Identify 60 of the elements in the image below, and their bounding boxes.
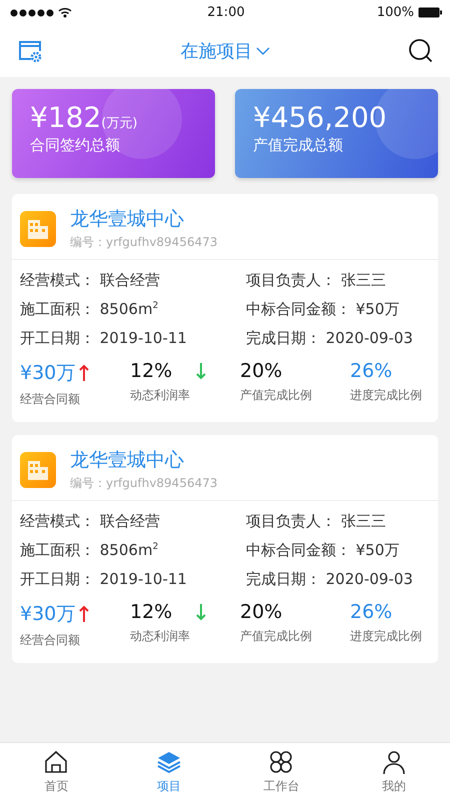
project-field: 开工日期： 2019-10-11	[20, 569, 246, 589]
chevron-down-icon	[256, 46, 270, 56]
metric-label: 经营合同额	[20, 391, 81, 408]
up-arrow-icon	[79, 364, 90, 382]
summary-label: 产值完成总额	[253, 136, 344, 155]
metric-label: 动态利润率	[130, 387, 191, 404]
grid-icon	[268, 748, 294, 774]
project-field: 施工面积： 8506m$^{2}$	[20, 299, 246, 319]
metric-value: 20%	[240, 360, 282, 382]
summary-label: 合同签约总额	[30, 136, 121, 155]
metric-label: 动态利润率	[130, 628, 191, 645]
project-code: 编号：yrfgufhv89456473	[70, 475, 218, 492]
project-field: 完成日期： 2020-09-03	[246, 569, 430, 589]
metric-value: 12%	[130, 601, 172, 623]
up-arrow-icon	[79, 605, 90, 623]
battery-percent: 100%	[376, 5, 414, 20]
metric-value: 12%	[130, 360, 172, 382]
project-field: 开工日期： 2019-10-11	[20, 328, 246, 348]
metric-label: 经营合同额	[20, 632, 81, 649]
metric-value: 26%	[350, 360, 392, 382]
project-filter-dropdown[interactable]: 在施项目	[180, 39, 270, 63]
metric-label: 进度完成比例	[350, 387, 423, 404]
project-field: 完成日期： 2020-09-03	[246, 328, 430, 348]
wifi-icon	[58, 7, 72, 18]
project-name: 龙华壹城中心	[70, 207, 185, 232]
metric-value: 26%	[350, 601, 392, 623]
project-card[interactable]: 龙华壹城中心 编号：yrfgufhv89456473 经营模式： 联合经营 项目负责人： 张三三 施工面积： 8506m$^{2}$ 中标合同金额： ¥50万 开工日期： 2019-10-11 完成日期： 2020-09-03 ¥30万 经营合同额 12% 动态利润率 20% 产值完成比例 26% 进度完成比例	[12, 435, 438, 663]
summary-amount: ¥182(万元)	[30, 101, 138, 134]
search-icon[interactable]	[408, 38, 434, 64]
user-icon	[380, 748, 407, 774]
tab-bar-item[interactable]: 工作台	[225, 743, 338, 800]
metric-label: 产值完成比例	[240, 628, 313, 645]
metric-value: ¥30万	[20, 602, 76, 627]
project-field: 项目负责人： 张三三	[246, 270, 430, 290]
building-icon	[20, 452, 56, 488]
metric-value: ¥30万	[20, 361, 76, 386]
metric-label: 产值完成比例	[240, 387, 313, 404]
metric-label: 进度完成比例	[350, 628, 423, 645]
summary-amount: ¥456,200	[253, 101, 388, 134]
project-card[interactable]: 龙华壹城中心 编号：yrfgufhv89456473 经营模式： 联合经营 项目负责人： 张三三 施工面积： 8506m$^{2}$ 中标合同金额： ¥50万 开工日期： 2019-10-11 完成日期： 2020-09-03 ¥30万 经营合同额 12% 动态利润率 20% 产值完成比例 26% 进度完成比例	[12, 194, 438, 422]
down-arrow-icon	[196, 603, 206, 621]
metric-value: 20%	[240, 601, 282, 623]
settings-window-icon[interactable]	[18, 39, 42, 63]
project-name: 龙华壹城中心	[70, 448, 185, 473]
home-icon	[43, 748, 70, 774]
tab-bar-item[interactable]: 我的	[338, 743, 450, 800]
project-field: 中标合同金额： ¥50万	[246, 540, 430, 560]
down-arrow-icon	[196, 362, 206, 380]
tab-bar-item[interactable]: 项目	[112, 743, 225, 800]
building-icon	[20, 210, 56, 246]
status-time: 21:00	[207, 5, 245, 20]
tab-bar-item[interactable]: 首页	[0, 743, 112, 800]
project-field: 施工面积： 8506m$^{2}$	[20, 540, 246, 560]
project-code: 编号：yrfgufhv89456473	[70, 234, 218, 251]
project-field: 经营模式： 联合经营	[20, 270, 246, 290]
project-field: 中标合同金额： ¥50万	[246, 299, 430, 319]
project-field: 经营模式： 联合经营	[20, 511, 246, 531]
signal-icon	[10, 8, 54, 16]
project-field: 项目负责人： 张三三	[246, 511, 430, 531]
battery-icon	[418, 7, 442, 18]
